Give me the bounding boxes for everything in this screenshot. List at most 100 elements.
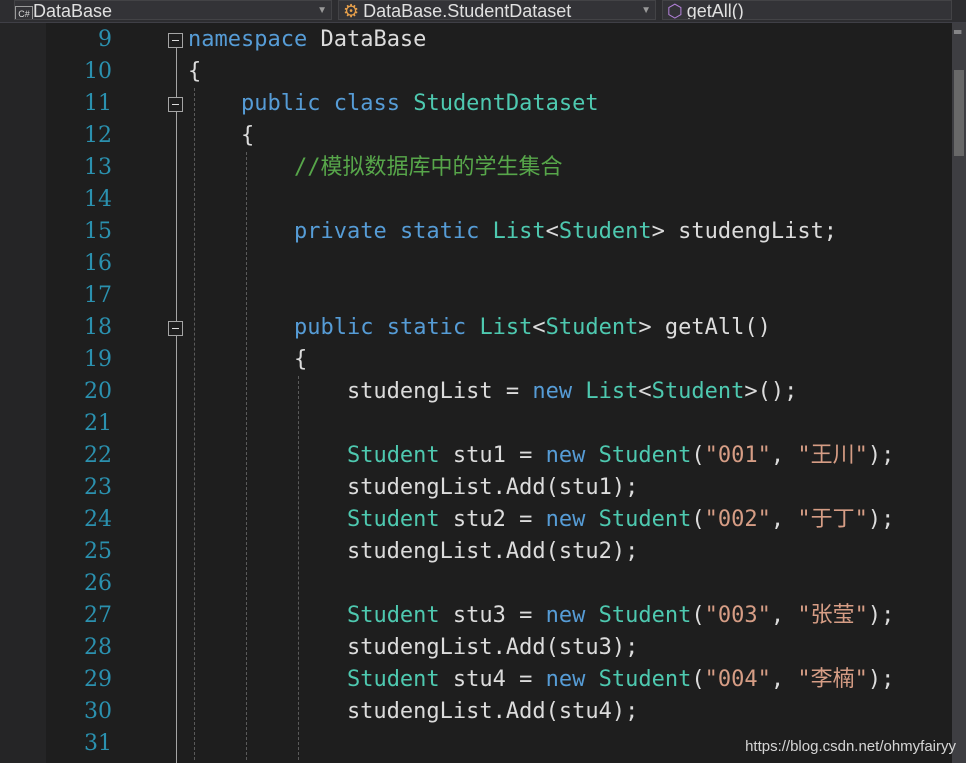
code-token: private: [293, 219, 387, 244]
code-token: ,: [770, 667, 798, 692]
line-number: 20: [84, 379, 112, 404]
line-number: 9: [98, 27, 112, 52]
csharp-project-icon: C#: [15, 6, 33, 19]
collapse-icon[interactable]: [168, 33, 183, 48]
navigation-bar: C# DataBase ▼ ⚙ DataBase.StudentDataset ▼ …: [0, 0, 966, 23]
code-token: Student: [346, 507, 440, 532]
line-number: 13: [84, 155, 112, 180]
method-icon: ⬡: [667, 1, 683, 20]
code-token: //模拟数据库中的学生集合: [293, 155, 563, 180]
member-name: getAll(): [686, 1, 744, 20]
code-line[interactable]: {: [188, 56, 201, 88]
code-token: <: [545, 219, 559, 244]
code-token: Student: [346, 443, 440, 468]
code-line[interactable]: {: [188, 344, 307, 376]
code-token: Student: [346, 603, 440, 628]
code-token: studengList.Add(stu1);: [188, 475, 639, 500]
code-token: static: [386, 315, 467, 340]
code-token: studengList =: [188, 379, 533, 404]
code-token: Student: [598, 667, 692, 692]
code-token: );: [867, 603, 895, 628]
code-line[interactable]: //模拟数据库中的学生集合: [188, 152, 563, 184]
code-editor[interactable]: 9 10 11 12 13 14 15 16 17 18 19 20 21 22 23 24 25 26 27 28 2…: [0, 23, 952, 763]
code-token: new: [545, 667, 586, 692]
line-number: 25: [84, 539, 112, 564]
code-line[interactable]: public class StudentDataset: [188, 88, 599, 120]
split-window-icon[interactable]: ═: [954, 26, 964, 38]
line-number: 15: [84, 219, 112, 244]
line-number: 12: [84, 123, 112, 148]
code-token: "002": [704, 507, 771, 532]
code-line[interactable]: studengList.Add(stu4);: [188, 696, 638, 728]
code-token: > getAll(): [638, 315, 771, 340]
code-token: Student: [598, 603, 692, 628]
code-token: <: [638, 379, 652, 404]
line-number: 11: [84, 91, 112, 116]
code-token: List: [479, 315, 533, 340]
code-token: "李楠": [797, 667, 868, 692]
code-token: {: [188, 59, 202, 84]
code-line[interactable]: Student stu2 = new Student("002", "于丁");: [188, 504, 894, 536]
collapse-icon[interactable]: [168, 321, 183, 336]
fold-line: [176, 48, 177, 97]
code-token: stu1 =: [439, 443, 546, 468]
code-token: Student: [598, 443, 692, 468]
type-dropdown[interactable]: ⚙ DataBase.StudentDataset ▼: [338, 0, 656, 20]
code-token: "张莹": [797, 603, 868, 628]
code-token: "001": [704, 443, 771, 468]
line-number: 27: [84, 603, 112, 628]
code-token: stu2 =: [439, 507, 546, 532]
member-dropdown[interactable]: ⬡ getAll(): [662, 0, 952, 20]
line-number: 16: [84, 251, 112, 276]
project-dropdown[interactable]: C# DataBase ▼: [14, 0, 332, 20]
code-token: Student: [545, 315, 639, 340]
indent-guide: [298, 376, 299, 760]
code-line[interactable]: namespace DataBase: [188, 24, 426, 56]
code-line[interactable]: studengList = new List<Student>();: [188, 376, 797, 408]
code-line[interactable]: public static List<Student> getAll(): [188, 312, 771, 344]
code-line[interactable]: studengList.Add(stu3);: [188, 632, 638, 664]
code-line[interactable]: {: [188, 120, 254, 152]
code-token: "003": [704, 603, 771, 628]
code-line[interactable]: studengList.Add(stu1);: [188, 472, 638, 504]
code-token: new: [545, 443, 586, 468]
code-token: >();: [744, 379, 798, 404]
code-token: new: [545, 603, 586, 628]
indent-guide: [246, 152, 247, 760]
code-token: );: [867, 443, 895, 468]
line-number: 29: [84, 667, 112, 692]
line-number: 18: [84, 315, 112, 340]
line-number: 17: [84, 283, 112, 308]
code-line[interactable]: private static List<Student> studengList…: [188, 216, 837, 248]
code-token: ,: [770, 443, 798, 468]
code-token: "于丁": [797, 507, 868, 532]
code-token: (: [691, 507, 705, 532]
code-token: studengList.Add(stu2);: [188, 539, 639, 564]
code-token: studengList.Add(stu3);: [188, 635, 639, 660]
code-token: new: [545, 507, 586, 532]
chevron-down-icon: ▼: [641, 5, 651, 16]
code-line[interactable]: Student stu1 = new Student("001", "王川");: [188, 440, 894, 472]
code-token: static: [399, 219, 480, 244]
collapse-icon[interactable]: [168, 97, 183, 112]
line-number: 10: [84, 59, 112, 84]
code-token: namespace: [188, 27, 308, 52]
code-token: Student: [558, 219, 652, 244]
code-line[interactable]: studengList.Add(stu2);: [188, 536, 638, 568]
code-token: (: [691, 603, 705, 628]
code-line[interactable]: Student stu4 = new Student("004", "李楠");: [188, 664, 894, 696]
code-line[interactable]: Student stu3 = new Student("003", "张莹");: [188, 600, 894, 632]
code-token: StudentDataset: [413, 91, 599, 116]
code-token: (: [691, 667, 705, 692]
scrollbar-thumb[interactable]: [954, 70, 964, 156]
